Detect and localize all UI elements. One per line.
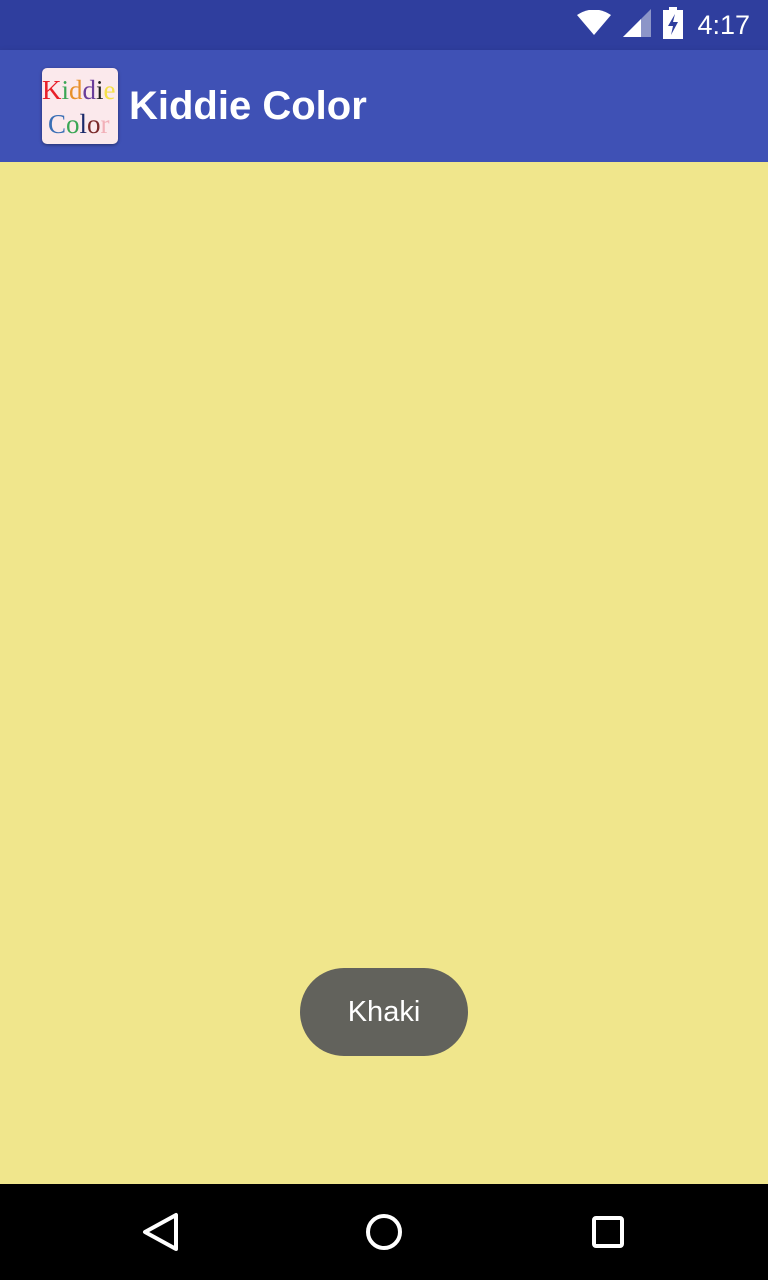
logo-line-2: Color — [48, 108, 110, 140]
cell-signal-icon — [623, 8, 652, 42]
navigation-bar — [0, 1184, 768, 1280]
logo-line-1: Kiddie — [42, 74, 116, 106]
logo-line-2-letter: C — [48, 109, 67, 139]
color-name-toast: Khaki — [300, 968, 468, 1056]
status-time: 4:17 — [697, 9, 750, 40]
battery-charging-icon — [663, 6, 684, 44]
back-button[interactable] — [136, 1208, 184, 1256]
back-icon — [143, 1213, 178, 1251]
app-title: Kiddie Color — [129, 84, 367, 128]
logo-line-1-letter: d — [69, 75, 83, 105]
logo-line-1-letter: i — [61, 75, 70, 105]
home-button[interactable] — [360, 1208, 408, 1256]
logo-line-1-letter: i — [96, 75, 104, 105]
logo-line-2-letter: o — [66, 109, 80, 139]
logo-line-2-letter: l — [79, 109, 88, 139]
logo-line-2-letter: r — [100, 109, 110, 139]
home-icon — [366, 1214, 402, 1250]
logo-line-2-letter: o — [87, 109, 101, 139]
app-bar: Kiddie Color Kiddie Color — [0, 50, 768, 162]
screen: 4:17 Kiddie Color Kiddie Color Khaki — [0, 0, 768, 1280]
status-icons: 4:17 — [565, 0, 750, 50]
logo-line-1-letter: d — [82, 75, 97, 105]
wifi-icon — [577, 9, 612, 41]
recents-button[interactable] — [584, 1208, 632, 1256]
status-bar: 4:17 — [0, 0, 768, 50]
recents-icon — [592, 1216, 624, 1248]
app-logo: Kiddie Color — [42, 68, 118, 144]
logo-line-1-letter: K — [42, 75, 62, 105]
logo-line-1-letter: e — [103, 75, 116, 105]
